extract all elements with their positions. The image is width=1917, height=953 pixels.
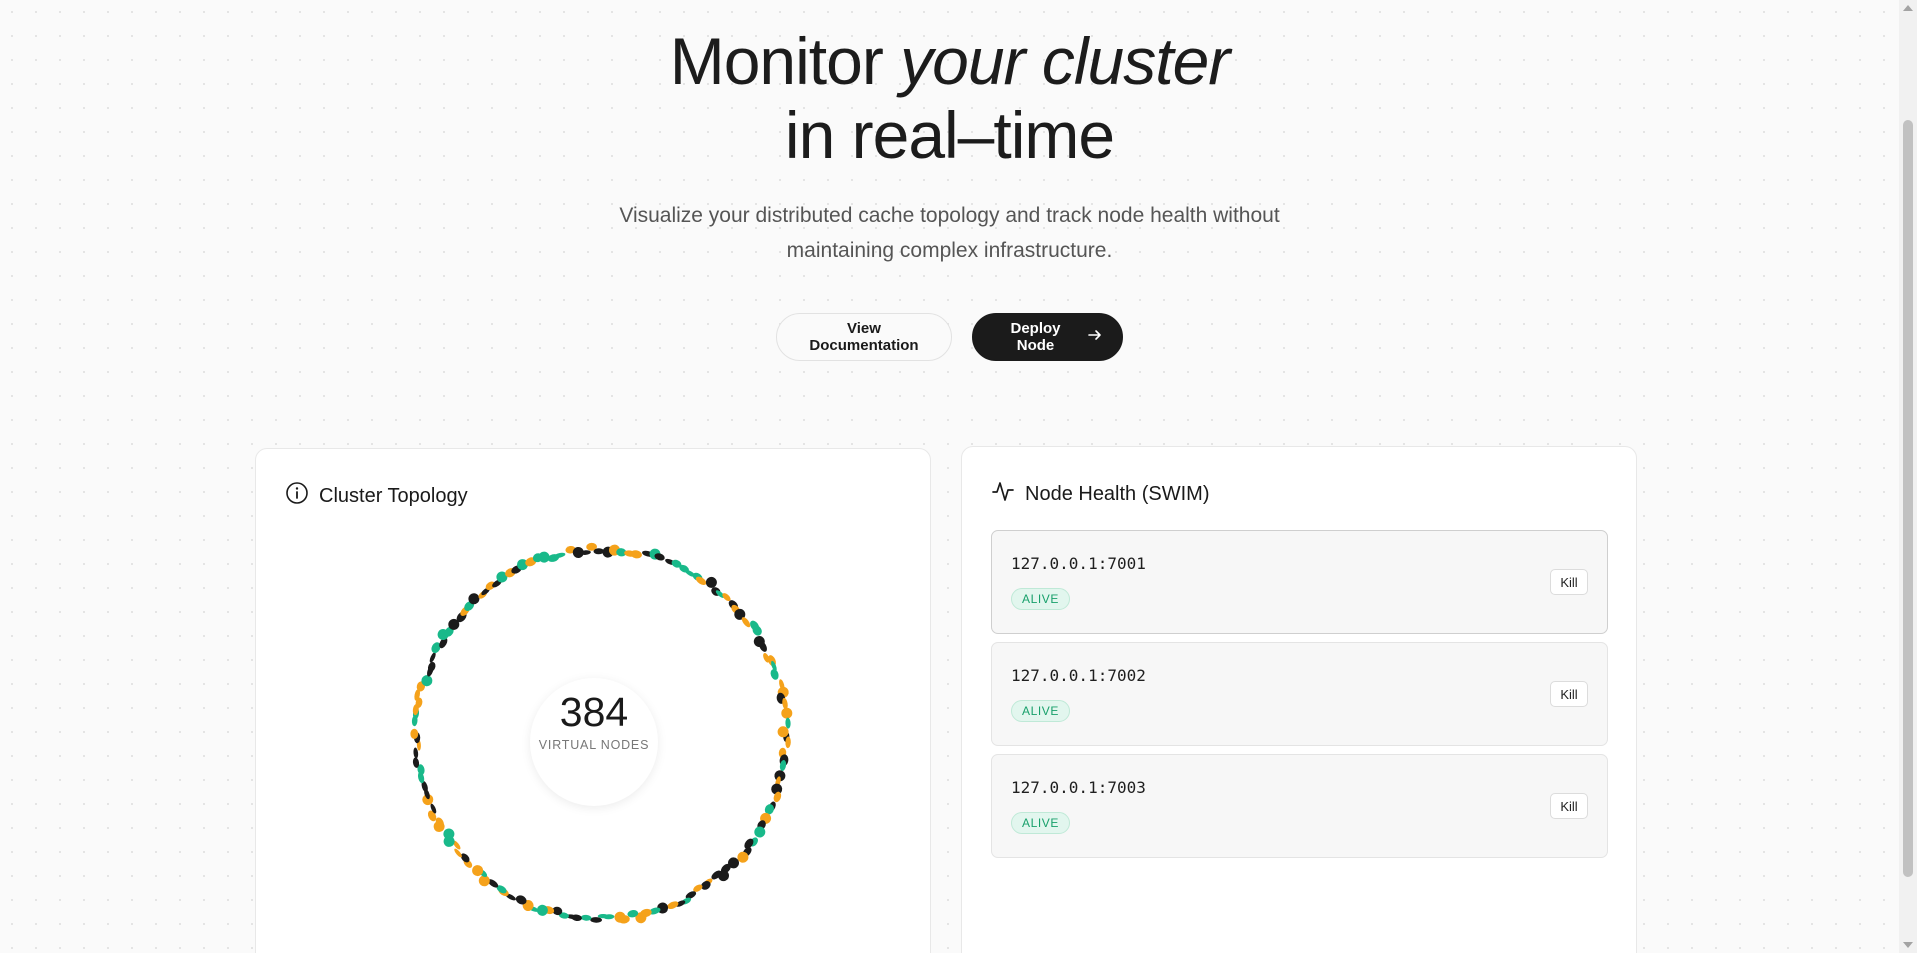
virtual-node-marker (667, 901, 679, 910)
headline-italic-your: your (900, 24, 1025, 98)
virtual-node-marker (429, 652, 436, 663)
node-health-title: Node Health (SWIM) (1025, 482, 1210, 505)
kill-node-button[interactable]: Kill (1550, 569, 1588, 595)
status-badge: ALIVE (1011, 588, 1071, 610)
node-address: 127.0.0.1:7001 (1011, 554, 1146, 573)
hero-subtitle: Visualize your distributed cache topolog… (619, 204, 1280, 262)
kill-node-button[interactable]: Kill (1550, 793, 1588, 819)
view-documentation-button[interactable]: View Documentation (776, 313, 952, 361)
virtual-node-marker (630, 550, 642, 559)
headline-line-2: in real–time (784, 98, 1115, 172)
node-row[interactable]: 127.0.0.1:7002 ALIVE Kill (991, 642, 1608, 746)
page-scrollbar[interactable] (1899, 0, 1917, 953)
virtual-node-marker (580, 914, 592, 921)
view-documentation-label: View Documentation (809, 320, 919, 354)
virtual-node-marker (781, 707, 793, 719)
deploy-node-label: Deploy Node (1010, 320, 1061, 354)
activity-icon (991, 479, 1015, 509)
headline-space (1025, 24, 1042, 98)
status-badge: ALIVE (1011, 700, 1071, 722)
deploy-node-button[interactable]: Deploy Node (972, 313, 1123, 361)
cluster-topology-title: Cluster Topology (319, 484, 468, 507)
info-icon (285, 481, 309, 511)
virtual-nodes-count: 384 (559, 689, 629, 735)
headline-text: Monitor (669, 24, 901, 98)
hero-section: Monitor your cluster in real–time Visual… (0, 0, 1899, 268)
status-badge: ALIVE (1011, 812, 1071, 834)
scroll-down-icon[interactable] (1903, 942, 1913, 948)
cta-buttons: View Documentation Deploy Node (0, 313, 1899, 361)
node-address: 127.0.0.1:7002 (1011, 666, 1146, 685)
virtual-node-marker (770, 669, 779, 680)
node-list: 127.0.0.1:7001 ALIVE Kill 127.0.0.1:7002… (991, 530, 1608, 866)
cluster-topology-header: Cluster Topology (285, 481, 468, 511)
kill-node-button[interactable]: Kill (1550, 681, 1588, 707)
scrollbar-thumb[interactable] (1903, 120, 1913, 877)
hero-headline: Monitor your cluster in real–time (0, 24, 1899, 172)
cluster-topology-card: Cluster Topology 384 VIRTUAL NODES (255, 448, 931, 953)
virtual-nodes-badge: 384 VIRTUAL NODES (530, 678, 658, 806)
node-row[interactable]: 127.0.0.1:7001 ALIVE Kill (991, 530, 1608, 634)
node-row[interactable]: 127.0.0.1:7003 ALIVE Kill (991, 754, 1608, 858)
node-health-header: Node Health (SWIM) (991, 479, 1210, 509)
node-address: 127.0.0.1:7003 (1011, 778, 1146, 797)
node-health-card: Node Health (SWIM) 127.0.0.1:7001 ALIVE … (961, 446, 1637, 953)
virtual-node-marker (785, 717, 791, 729)
virtual-node-marker (410, 728, 419, 739)
scroll-up-icon[interactable] (1903, 5, 1913, 11)
headline-italic-cluster: cluster (1041, 24, 1230, 98)
arrow-right-icon (1088, 328, 1102, 346)
virtual-nodes-label: VIRTUAL NODES (538, 738, 650, 752)
